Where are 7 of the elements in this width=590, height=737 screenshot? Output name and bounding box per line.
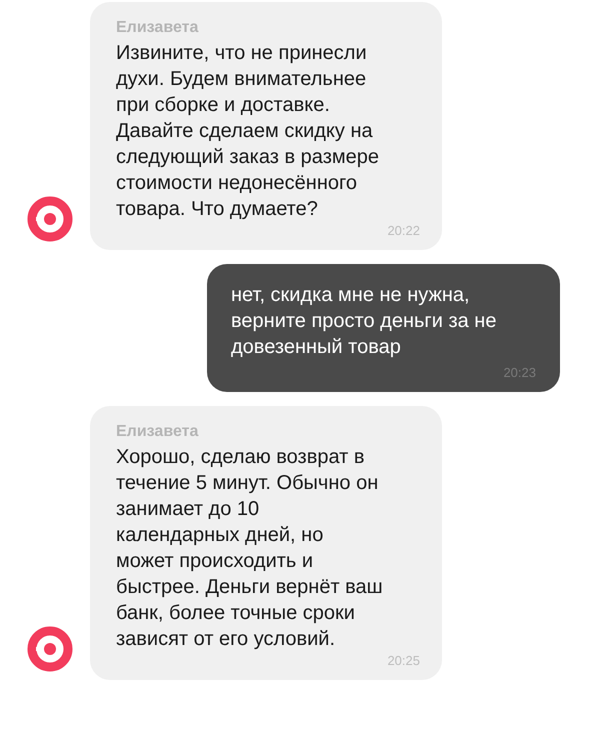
sender-name: Елизавета <box>116 18 200 38</box>
sender-name: Елизавета <box>116 422 200 442</box>
avatar-icon <box>27 196 73 242</box>
avatar-icon <box>27 626 73 672</box>
message-text: нет, скидка мне не нужна, верните просто деньги за не довезенный товар <box>231 283 498 360</box>
message-text: Извините, что не принесли духи. Будем внимательнее при сборке и доставке. Давайте сделаем скидку на следующий заказ в размере стоимости недонесённого товара. Что думаете? <box>116 41 380 222</box>
message-text: Хорошо, сделаю возврат в течение 5 минут. Обычно он занимает до 10 календарных дней, но может происходить и быстрее. Деньги вернёт ваш банк, более точные сроки зависят от его условий. <box>116 445 384 652</box>
